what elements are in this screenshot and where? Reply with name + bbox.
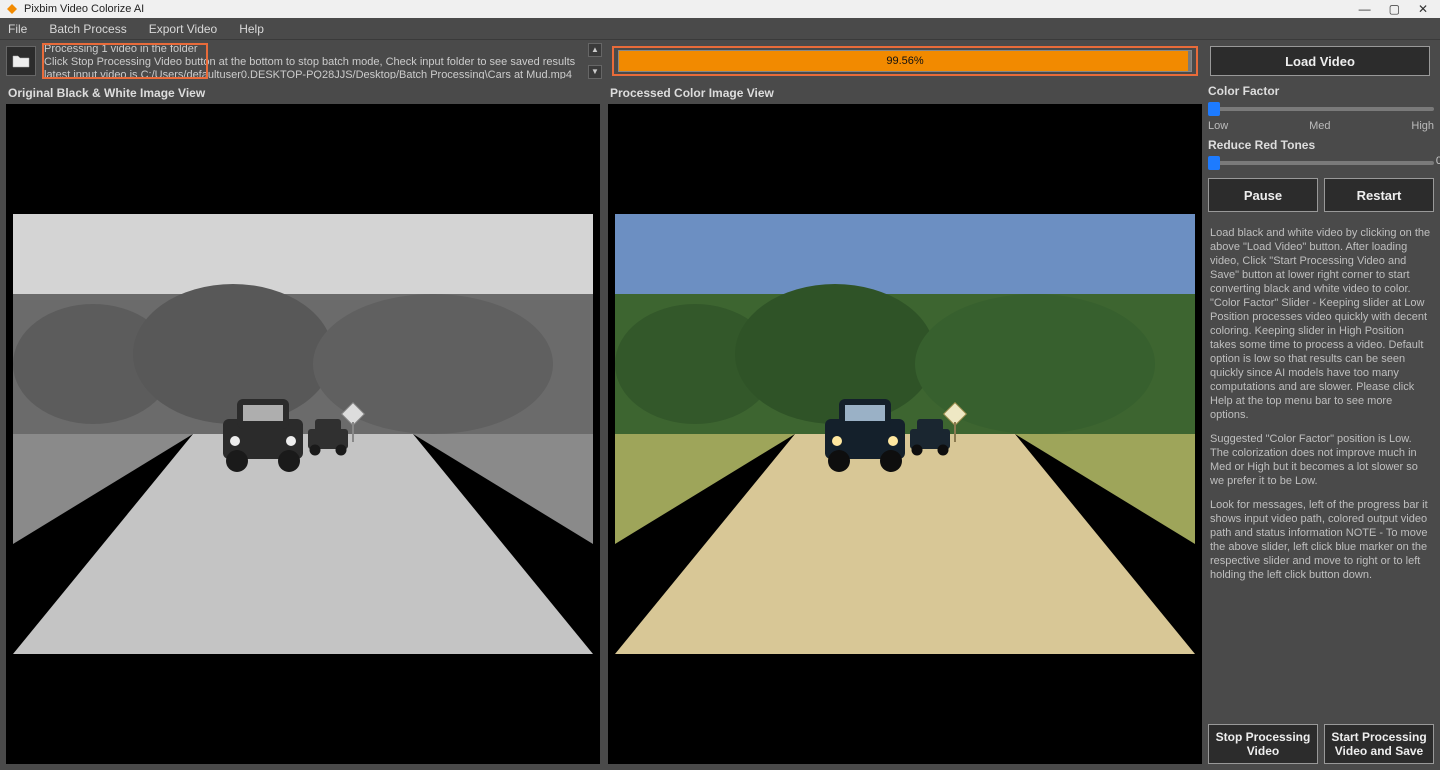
maximize-icon[interactable]: ▢ [1389, 2, 1400, 16]
progress-bar: 99.56% [618, 50, 1192, 72]
menu-help[interactable]: Help [239, 22, 264, 36]
menubar: File Batch Process Export Video Help [0, 18, 1440, 40]
processed-view-pane: Processed Color Image View [608, 82, 1202, 764]
color-factor-label: Color Factor [1208, 84, 1434, 98]
load-video-button[interactable]: Load Video [1210, 46, 1430, 76]
scroll-down-icon[interactable]: ▼ [588, 65, 602, 79]
menu-file[interactable]: File [8, 22, 27, 36]
original-view-canvas [6, 104, 600, 764]
original-view-header: Original Black & White Image View [6, 82, 600, 104]
reduce-red-label: Reduce Red Tones [1208, 138, 1434, 152]
menu-export-video[interactable]: Export Video [149, 22, 218, 36]
log-content: Processing 1 video in the folder Click S… [42, 43, 602, 79]
window-title: Pixbim Video Colorize AI [24, 3, 1359, 15]
log-box: Processing 1 video in the folder Click S… [42, 43, 602, 79]
toolbar: Processing 1 video in the folder Click S… [0, 40, 1440, 82]
stop-processing-button[interactable]: Stop Processing Video [1208, 724, 1318, 764]
info-paragraph-1: Load black and white video by clicking o… [1210, 226, 1432, 422]
progress-wrap: 99.56% [612, 46, 1198, 76]
reduce-red-slider[interactable]: 0 [1208, 156, 1434, 170]
restart-button[interactable]: Restart [1324, 178, 1434, 212]
progress-text: 99.56% [619, 51, 1191, 71]
folder-icon [12, 54, 30, 68]
info-paragraph-2: Suggested "Color Factor" position is Low… [1210, 432, 1432, 488]
color-factor-slider[interactable] [1208, 102, 1434, 116]
bottom-buttons: Stop Processing Video Start Processing V… [1208, 724, 1434, 764]
app-logo-icon [6, 3, 18, 15]
sidebar: Color Factor LowMedHigh Reduce Red Tones… [1208, 82, 1440, 770]
original-view-pane: Original Black & White Image View [6, 82, 600, 764]
info-paragraph-3: Look for messages, left of the progress … [1210, 498, 1432, 582]
open-folder-button[interactable] [6, 46, 36, 76]
minimize-icon[interactable]: — [1359, 2, 1371, 16]
bw-scene-image [13, 214, 593, 654]
pause-button[interactable]: Pause [1208, 178, 1318, 212]
processed-view-header: Processed Color Image View [608, 82, 1202, 104]
start-processing-button[interactable]: Start Processing Video and Save [1324, 724, 1434, 764]
processed-view-canvas [608, 104, 1202, 764]
titlebar: Pixbim Video Colorize AI — ▢ ✕ [0, 0, 1440, 18]
info-box: Load black and white video by clicking o… [1208, 222, 1434, 720]
color-factor-ticks: LowMedHigh [1208, 120, 1434, 132]
menu-batch-process[interactable]: Batch Process [49, 22, 126, 36]
view-area: Original Black & White Image View [0, 82, 1208, 770]
scroll-up-icon[interactable]: ▲ [588, 43, 602, 57]
pause-restart-row: Pause Restart [1208, 178, 1434, 212]
close-icon[interactable]: ✕ [1418, 2, 1428, 16]
log-scrollbar: ▲ ▼ [588, 43, 602, 79]
window-controls: — ▢ ✕ [1359, 2, 1428, 16]
main: Original Black & White Image View [0, 82, 1440, 770]
color-scene-image [615, 214, 1195, 654]
